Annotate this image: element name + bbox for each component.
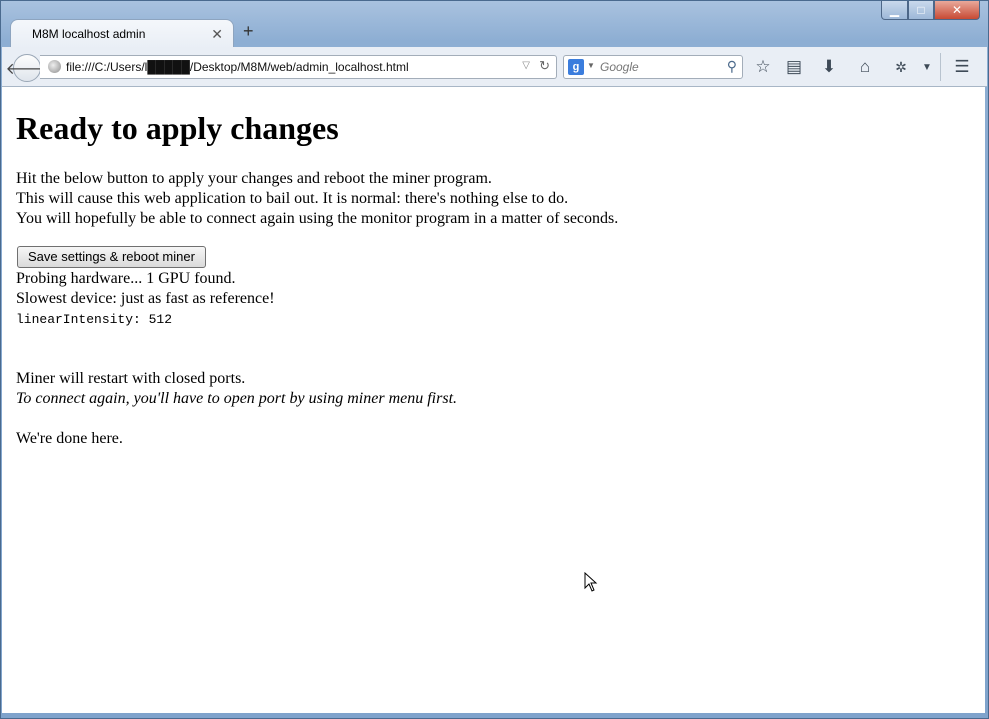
history-dropdown-icon[interactable]: ▽ — [522, 60, 530, 71]
browser-window: ▁ □ ✕ M8M localhost admin ✕ + 🡐 file:///… — [0, 0, 989, 719]
new-tab-button[interactable]: + — [243, 21, 254, 42]
bookmark-star-icon[interactable]: ☆ — [752, 56, 774, 78]
connect-hint: To connect again, you'll have to open po… — [16, 390, 458, 407]
addon-icon[interactable]: ✲ — [890, 56, 912, 78]
home-icon[interactable]: ⌂ — [854, 56, 876, 78]
intro-line-3: You will hopefully be able to connect ag… — [16, 210, 619, 227]
search-box[interactable]: g ▼ Google ⚲ — [563, 55, 743, 79]
reload-icon[interactable]: ↻ — [539, 58, 550, 74]
toolbar-separator — [940, 53, 941, 81]
mouse-cursor-icon — [584, 572, 598, 592]
tab-close-icon[interactable]: ✕ — [211, 26, 223, 43]
probing-status: Probing hardware... 1 GPU found. — [16, 270, 236, 287]
globe-icon — [48, 60, 61, 73]
restart-message: Miner will restart with closed ports. — [16, 370, 246, 387]
menu-icon[interactable]: ☰ — [951, 56, 973, 78]
page-title: Ready to apply changes — [16, 110, 339, 146]
intro-line-1: Hit the below button to apply your chang… — [16, 170, 492, 187]
tab-bar: M8M localhost admin ✕ + — [1, 15, 988, 49]
url-bar[interactable]: file:///C:/Users/l█████/Desktop/M8M/web/… — [40, 55, 557, 79]
save-reboot-button[interactable]: Save settings & reboot miner — [17, 246, 206, 268]
back-arrow-icon[interactable]: 🡐 — [6, 54, 48, 82]
google-icon[interactable]: g — [568, 59, 584, 75]
linear-intensity-value: linearIntensity: 512 — [16, 312, 173, 327]
tab-title: M8M localhost admin — [32, 27, 146, 41]
reading-list-icon[interactable]: ▤ — [783, 56, 805, 78]
intro-line-2: This will cause this web application to … — [16, 190, 569, 207]
search-engine-dropdown-icon[interactable]: ▼ — [587, 61, 595, 70]
download-icon[interactable]: ⬇ — [818, 56, 840, 78]
url-text[interactable]: file:///C:/Users/l█████/Desktop/M8M/web/… — [66, 60, 409, 74]
search-placeholder: Google — [600, 60, 639, 74]
done-message: We're done here. — [16, 430, 123, 447]
slowest-device-status: Slowest device: just as fast as referenc… — [16, 290, 275, 307]
dropdown-icon[interactable]: ▼ — [916, 56, 938, 78]
page-content: Ready to apply changes Hit the below but… — [2, 87, 985, 713]
tab-m8m-admin[interactable]: M8M localhost admin ✕ — [10, 19, 234, 49]
search-icon[interactable]: ⚲ — [727, 58, 737, 75]
navigation-toolbar: 🡐 file:///C:/Users/l█████/Desktop/M8M/we… — [2, 47, 987, 87]
